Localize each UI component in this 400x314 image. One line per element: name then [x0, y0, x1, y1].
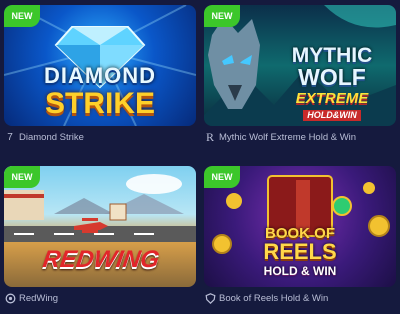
game-thumbnail[interactable]: NEW MYTHIC WOLF EXTREME HOLD&WIN [204, 5, 396, 126]
game-logo: REDWING [41, 246, 161, 273]
game-card-mythic-wolf[interactable]: NEW MYTHIC WOLF EXTREME HOLD&WIN R Mythi… [204, 5, 396, 145]
game-caption[interactable]: R Mythic Wolf Extreme Hold & Win [204, 129, 396, 145]
new-badge: NEW [204, 5, 240, 27]
game-card-diamond-strike[interactable]: NEW DIAMOND STRIKE 7 Diamond Strike [4, 5, 196, 145]
game-logo: MYTHIC WOLF EXTREME HOLD&WIN [291, 44, 373, 121]
new-badge: NEW [4, 166, 40, 188]
new-badge: NEW [4, 5, 40, 27]
game-thumbnail[interactable]: NEW REDWING [4, 166, 196, 287]
game-title: Book of Reels Hold & Win [219, 292, 329, 304]
game-thumbnail[interactable]: NEW DIAMOND STRIKE [4, 5, 196, 126]
game-card-redwing[interactable]: NEW REDWING RedWing [4, 166, 196, 306]
shield-icon [204, 292, 216, 304]
game-title: RedWing [19, 292, 59, 304]
game-caption[interactable]: Book of Reels Hold & Win [204, 290, 396, 306]
game-card-book-of-reels[interactable]: NEW BOOK OF REELS HOLD & WIN Book of Ree… [204, 166, 396, 306]
r-letter-icon: R [205, 129, 214, 144]
seven-icon: 7 [7, 131, 13, 143]
game-logo: BOOK OF REELS HOLD & WIN [263, 225, 337, 278]
spin-icon [4, 292, 16, 304]
game-caption[interactable]: 7 Diamond Strike [4, 129, 196, 145]
game-caption[interactable]: RedWing [4, 290, 196, 306]
game-logo: DIAMOND STRIKE [43, 63, 157, 120]
game-title: Mythic Wolf Extreme Hold & Win [219, 131, 357, 143]
game-thumbnail[interactable]: NEW BOOK OF REELS HOLD & WIN [204, 166, 396, 287]
new-badge: NEW [204, 166, 240, 188]
game-title: Diamond Strike [19, 131, 84, 143]
